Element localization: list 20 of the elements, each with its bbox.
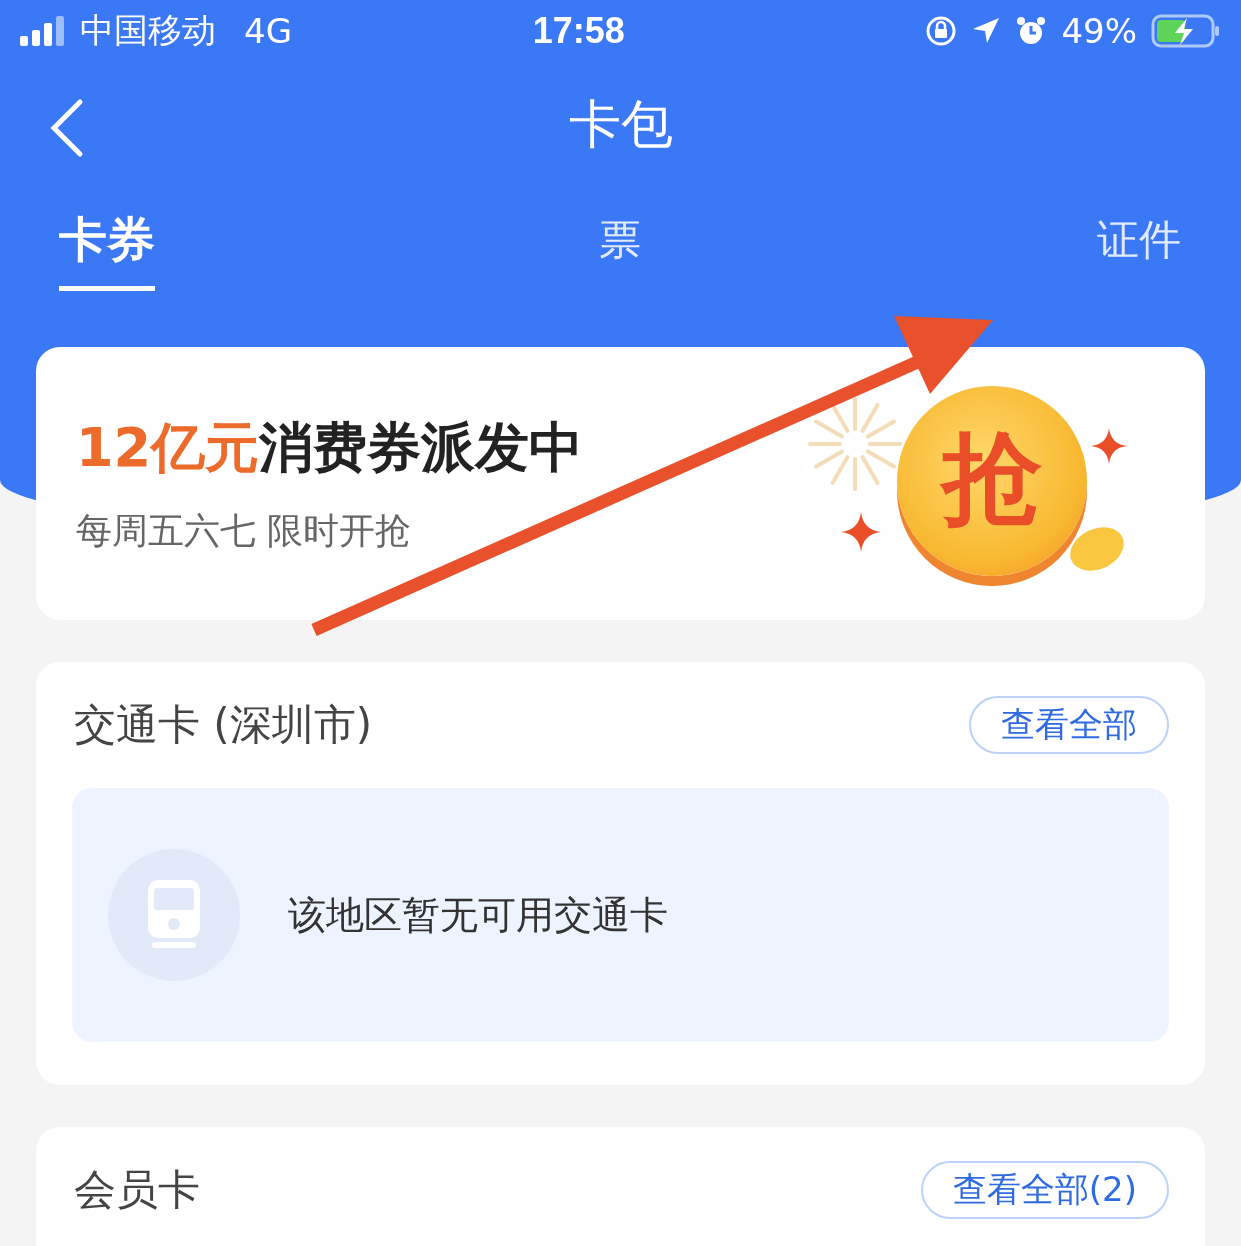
signal-icon: [20, 16, 66, 46]
promo-card[interactable]: 12亿元消费券派发中 每周五六七 限时开抢 抢: [36, 347, 1205, 620]
promo-title: 12亿元消费券派发中: [76, 414, 584, 481]
empty-message: 该地区暂无可用交通卡: [288, 891, 668, 939]
section-title: 会员卡: [74, 1164, 200, 1216]
network-type: 4G: [244, 11, 292, 51]
battery-percent: 49%: [1061, 11, 1137, 51]
battery-icon: [1151, 14, 1221, 48]
promo-subtitle: 每周五六七 限时开抢: [76, 508, 413, 553]
tab[interactable]: 证件: [1097, 200, 1182, 291]
section-title: 交通卡 (深圳市): [74, 699, 373, 751]
view-all-button[interactable]: 查看全部: [969, 696, 1169, 754]
view-all-button[interactable]: 查看全部(2): [920, 1161, 1169, 1219]
tab[interactable]: 票: [599, 200, 642, 291]
rotation-lock-icon: [925, 15, 958, 47]
alarm-icon: [1015, 15, 1048, 47]
page-title: 卡包: [568, 93, 673, 156]
tab[interactable]: 卡券: [58, 200, 155, 291]
status-time: 17:58: [532, 10, 625, 52]
carrier-name: 中国移动: [80, 9, 216, 52]
